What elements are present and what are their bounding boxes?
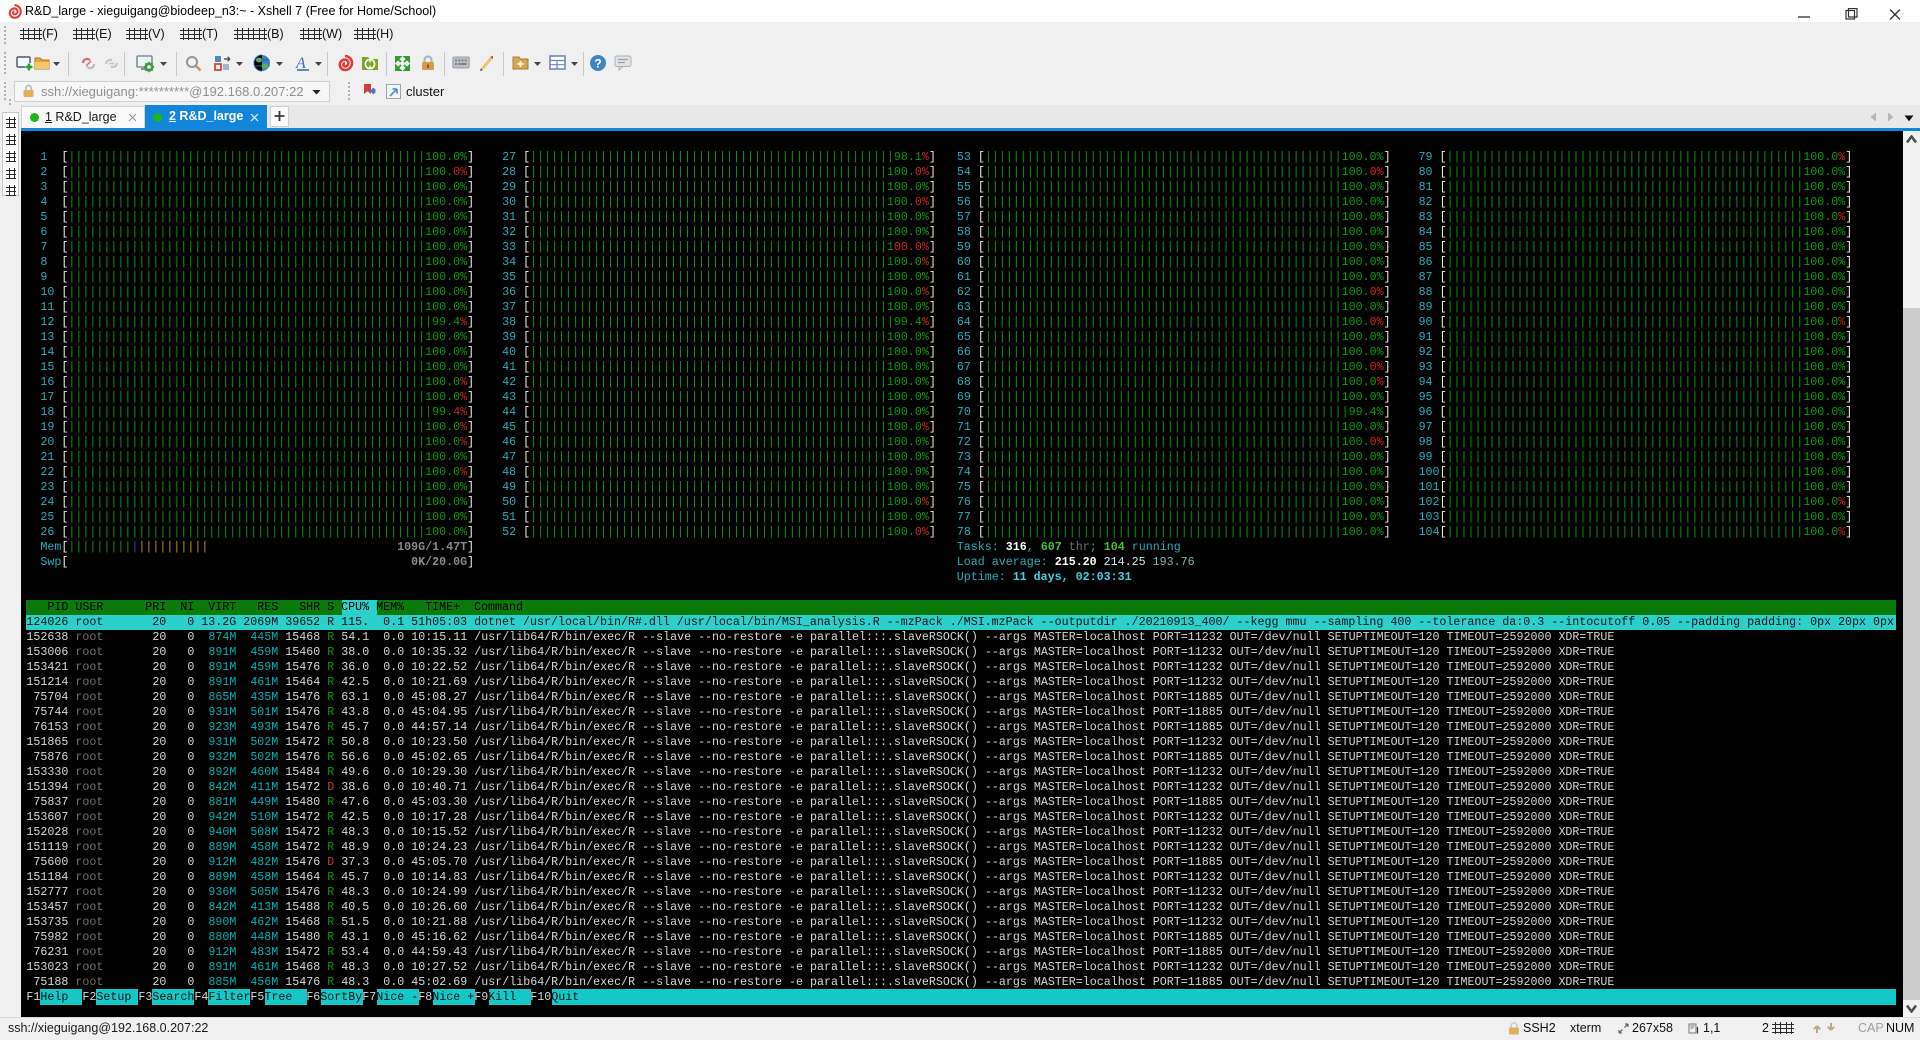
svg-text:?: ?	[594, 56, 601, 70]
